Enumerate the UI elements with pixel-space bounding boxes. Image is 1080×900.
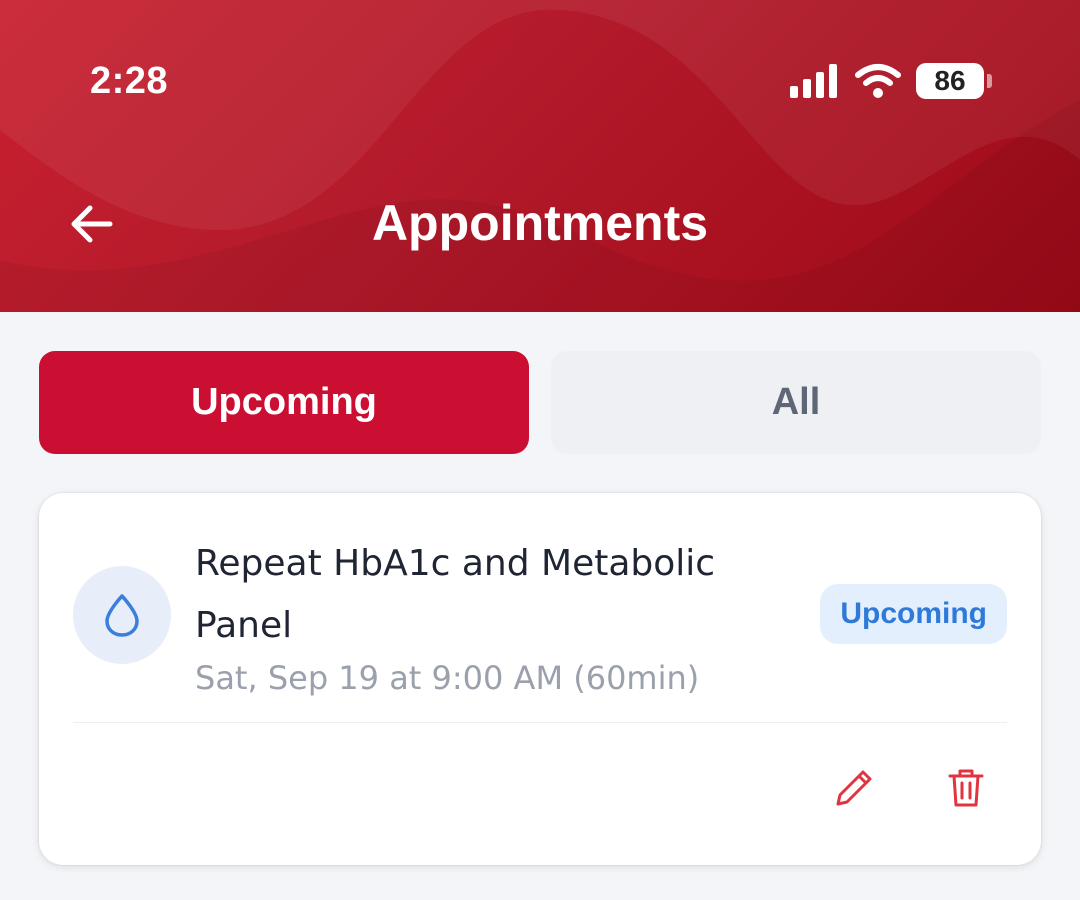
battery-icon: 86 xyxy=(916,63,992,99)
status-time: 2:28 xyxy=(90,60,169,102)
card-divider xyxy=(73,722,1007,723)
header-background-wave xyxy=(0,0,1080,312)
edit-button[interactable] xyxy=(829,763,879,813)
tab-upcoming[interactable]: Upcoming xyxy=(39,351,529,454)
card-actions xyxy=(829,763,991,813)
status-icons: 86 xyxy=(790,62,992,100)
status-badge: Upcoming xyxy=(820,584,1007,644)
page-title: Appointments xyxy=(371,195,709,251)
tab-bar: Upcoming All xyxy=(39,351,1041,454)
signal-icon xyxy=(790,64,837,98)
tab-all[interactable]: All xyxy=(551,351,1041,454)
wifi-icon xyxy=(855,64,901,98)
appointment-datetime: Sat, Sep 19 at 9:00 AM (60min) xyxy=(195,659,700,697)
appointment-card[interactable]: Repeat HbA1c and Metabolic Panel Sat, Se… xyxy=(39,493,1041,865)
battery-tip xyxy=(987,74,992,88)
trash-icon xyxy=(948,769,984,807)
pencil-icon xyxy=(836,770,872,806)
app-header: 2:28 86 Appointments xyxy=(0,0,1080,312)
delete-button[interactable] xyxy=(941,763,991,813)
drop-icon xyxy=(105,594,139,637)
appointment-type-icon xyxy=(73,566,171,664)
appointment-title: Repeat HbA1c and Metabolic Panel xyxy=(195,543,716,646)
battery-level: 86 xyxy=(916,63,984,99)
